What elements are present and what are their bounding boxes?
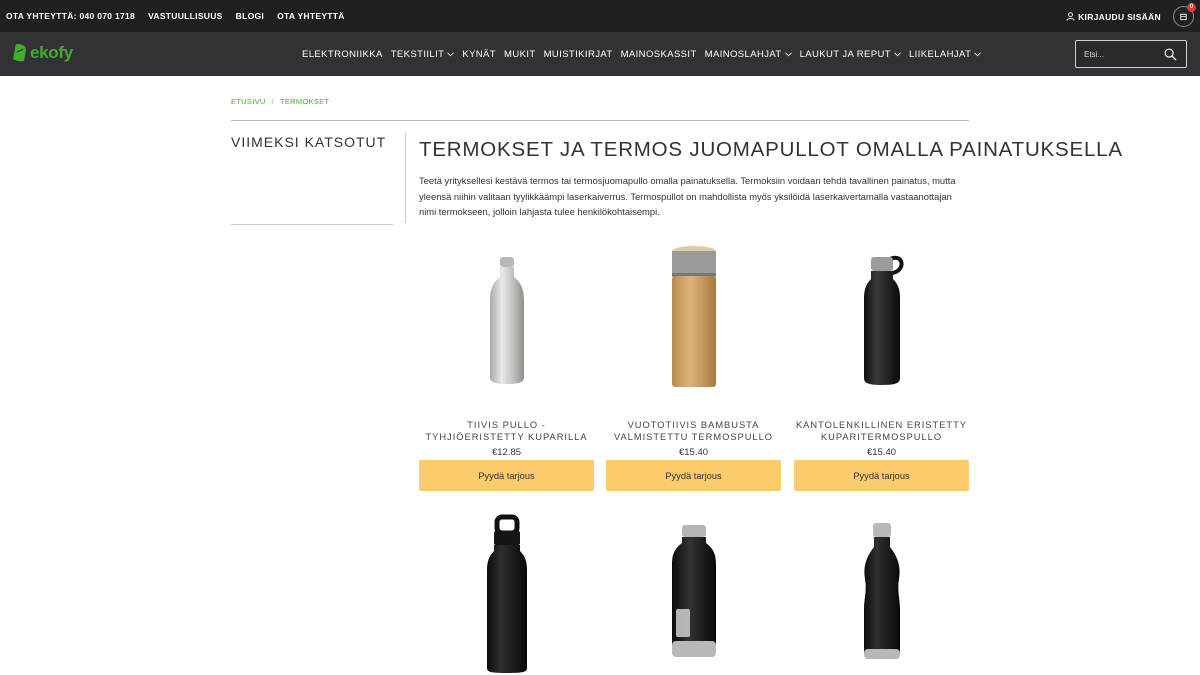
nav-item-mukit[interactable]: MUKIT xyxy=(504,49,536,60)
product-price: €15.40 xyxy=(866,447,897,458)
sidebar-title: VIIMEKSI KATSOTUT xyxy=(231,134,387,150)
chevron-down-icon xyxy=(894,51,901,56)
leaf-bag-icon xyxy=(13,44,26,62)
search-icon[interactable] xyxy=(1164,48,1177,61)
nav-item-mainoskassit[interactable]: MAINOSKASSIT xyxy=(621,49,697,60)
product-image-bamboo-flask[interactable] xyxy=(606,233,781,403)
category-description: Teetä yrityksellesi kestävä termos tai t… xyxy=(419,175,956,217)
top-link-vastuullisuus[interactable]: VASTUULLISUUS xyxy=(148,11,223,21)
request-quote-button[interactable]: Pyydä tarjous xyxy=(794,460,969,491)
nav-item-muistikirjat[interactable]: MUISTIKIRJAT xyxy=(544,49,613,60)
top-link-contact[interactable]: OTA YHTEYTTÄ xyxy=(277,11,345,21)
product-price: €15.40 xyxy=(678,447,709,458)
chevron-down-icon xyxy=(974,51,982,56)
login-label: KIRJAUDU SISÄÄN xyxy=(1078,11,1161,22)
divider xyxy=(231,120,969,121)
breadcrumb: ETUSIVU / TERMOKSET xyxy=(231,97,329,106)
top-link-phone[interactable]: OTA YHTEYTTÄ: 040 070 1718 xyxy=(6,11,135,21)
nav-item-kynat[interactable]: KYNÄT xyxy=(462,49,496,60)
product-image-black-window-bottle[interactable] xyxy=(606,508,781,675)
product-image-black-cola-bottle[interactable] xyxy=(794,508,969,675)
main-navbar: ekofy ELEKTRONIIKKA TEKSTIILIT KYNÄT MUK… xyxy=(0,32,1200,76)
product-price: €12.85 xyxy=(491,447,522,458)
request-quote-button[interactable]: Pyydä tarjous xyxy=(606,460,781,491)
nav-item-tekstiilit[interactable]: TEKSTIILIT xyxy=(391,49,455,60)
top-bar: OTA YHTEYTTÄ: 040 070 1718 VASTUULLISUUS… xyxy=(0,0,1200,32)
top-links: OTA YHTEYTTÄ: 040 070 1718 VASTUULLISUUS… xyxy=(0,11,358,21)
breadcrumb-separator: / xyxy=(271,97,274,106)
login-link[interactable]: KIRJAUDU SISÄÄN xyxy=(1066,12,1161,22)
top-link-blogi[interactable]: BLOGI xyxy=(236,11,264,21)
main-menu: ELEKTRONIIKKA TEKSTIILIT KYNÄT MUKIT MUI… xyxy=(302,32,989,76)
vertical-divider xyxy=(405,133,406,223)
sidebar-divider xyxy=(231,224,393,225)
product-name[interactable]: KANTOLENKILLINEN ERISTETTY KUPARITERMOSP… xyxy=(794,420,969,443)
cart-button[interactable]: 0 xyxy=(1173,3,1196,27)
product-image-black-handle-bottle[interactable] xyxy=(419,508,594,675)
nav-item-liikelahjat[interactable]: LIIKELAHJAT xyxy=(909,49,982,60)
nav-item-laukut-ja-reput[interactable]: LAUKUT JA REPUT xyxy=(800,49,901,60)
user-icon xyxy=(1066,12,1075,21)
search-input[interactable] xyxy=(1084,47,1164,61)
brand-logo[interactable]: ekofy xyxy=(12,43,73,63)
cart-icon xyxy=(1180,13,1187,21)
product-image-black-loop-bottle[interactable] xyxy=(794,233,969,403)
breadcrumb-home[interactable]: ETUSIVU xyxy=(231,97,266,106)
product-name[interactable]: TIIVIS PULLO - TYHJIÖERISTETTY KUPARILLA xyxy=(419,420,594,443)
breadcrumb-current[interactable]: TERMOKSET xyxy=(280,97,329,106)
brand-name: ekofy xyxy=(30,43,73,62)
chevron-down-icon xyxy=(447,51,455,56)
page-title: TERMOKSET JA TERMOS JUOMAPULLOT OMALLA P… xyxy=(419,138,1123,161)
nav-item-elektroniikka[interactable]: ELEKTRONIIKKA xyxy=(302,49,383,60)
product-name[interactable]: VUOTOTIIVIS BAMBUSTA VALMISTETTU TERMOSP… xyxy=(606,420,781,443)
chevron-down-icon xyxy=(784,51,792,56)
request-quote-button[interactable]: Pyydä tarjous xyxy=(419,460,594,491)
search-box xyxy=(1075,40,1187,68)
cart-count-badge: 0 xyxy=(1187,3,1196,12)
product-image-silver-bottle[interactable] xyxy=(419,233,594,403)
nav-item-mainoslahjat[interactable]: MAINOSLAHJAT xyxy=(705,49,792,60)
